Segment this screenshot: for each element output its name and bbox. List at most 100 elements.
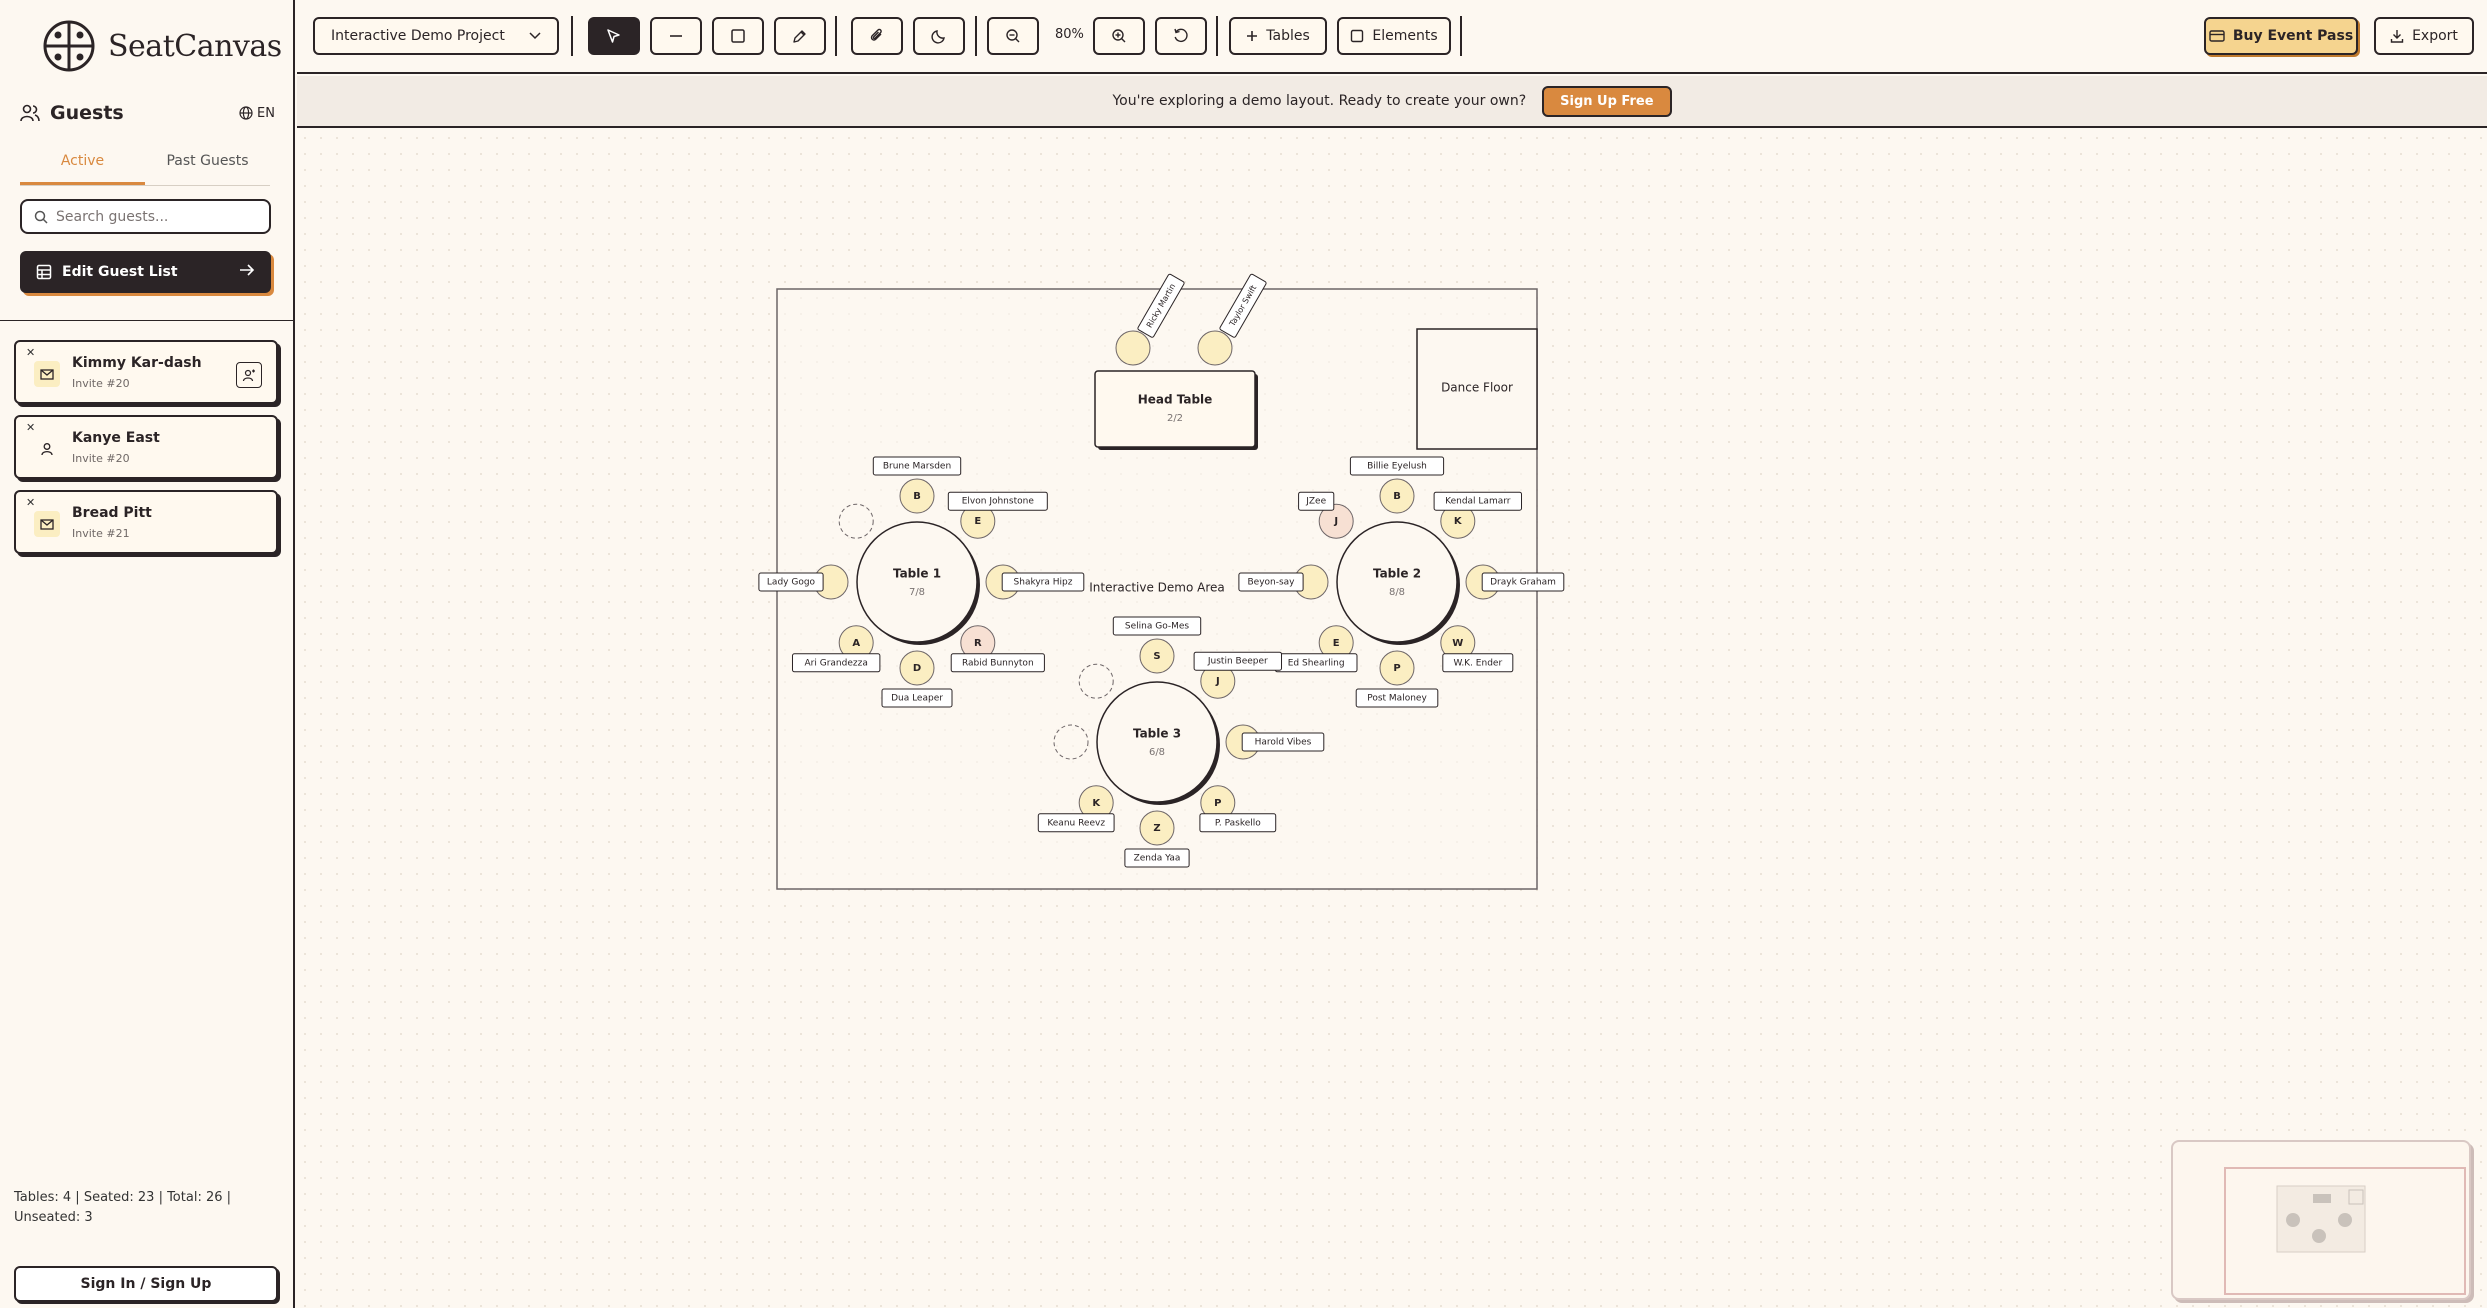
- guest-tag[interactable]: Lady Gogo: [758, 572, 824, 592]
- table-count: 7/8: [909, 587, 925, 598]
- guest-tag[interactable]: Post Maloney: [1355, 688, 1439, 708]
- guest-tag[interactable]: Harold Vibes: [1241, 732, 1325, 752]
- guests-title: Guests: [20, 102, 124, 124]
- round-table[interactable]: [856, 521, 978, 643]
- sign-up-free-button[interactable]: Sign Up Free: [1542, 85, 1672, 117]
- guest-tag[interactable]: Ed Shearling: [1274, 653, 1358, 673]
- guest-tag-label: Elvon Johnstone: [962, 497, 1035, 507]
- head-table-count: 2/2: [1167, 413, 1183, 424]
- guests-title-label: Guests: [50, 102, 124, 124]
- zoom-in-button[interactable]: [1093, 17, 1145, 55]
- head-table-seat[interactable]: [1115, 330, 1151, 366]
- add-elements-button[interactable]: Elements: [1337, 17, 1451, 55]
- guest-card[interactable]: ✕ Bread Pitt Invite #21: [14, 490, 278, 554]
- moon-icon: [931, 30, 945, 44]
- guest-invite: Invite #20: [72, 452, 130, 465]
- floor-plan[interactable]: Interactive Demo Area Dance Floor Head Tab…: [297, 130, 2487, 1308]
- guest-card[interactable]: ✕ Kanye East Invite #20: [14, 415, 278, 479]
- guest-tag[interactable]: Dua Leaper: [881, 688, 953, 708]
- attach-button[interactable]: [851, 17, 903, 55]
- logo-icon: [43, 20, 95, 72]
- guest-tabs: Active Past Guests: [20, 150, 270, 186]
- buy-event-pass-button[interactable]: Buy Event Pass: [2204, 17, 2358, 55]
- remove-guest-icon[interactable]: ✕: [26, 496, 35, 509]
- reset-view-button[interactable]: [1155, 17, 1207, 55]
- guest-tag[interactable]: Rabid Bunnyton: [950, 653, 1045, 673]
- line-tool-button[interactable]: [650, 17, 702, 55]
- guest-tag[interactable]: Beyon-say: [1238, 572, 1304, 592]
- language-selector[interactable]: EN: [239, 106, 275, 121]
- guest-tag[interactable]: Drayk Graham: [1481, 572, 1565, 592]
- remove-guest-icon[interactable]: ✕: [26, 421, 35, 434]
- pen-tool-button[interactable]: [774, 17, 826, 55]
- guest-tag[interactable]: W.K. Ender: [1442, 653, 1514, 673]
- assign-seat-button[interactable]: [236, 362, 262, 388]
- rectangle-tool-button[interactable]: [712, 17, 764, 55]
- guest-tag-label: Brune Marsden: [883, 462, 951, 472]
- minimap-head-table: [2313, 1194, 2331, 1203]
- guest-tag[interactable]: Ari Grandezza: [791, 653, 881, 673]
- toolbar-separator: [571, 16, 573, 56]
- elements-label: Elements: [1372, 28, 1438, 44]
- guest-tag[interactable]: Billie Eyelush: [1349, 456, 1445, 476]
- square-icon: [1351, 29, 1364, 43]
- guest-name: Kanye East: [72, 430, 160, 446]
- seating-canvas[interactable]: Interactive Demo Area Dance Floor Head Tab…: [297, 130, 2487, 1308]
- guest-tag[interactable]: Selina Go-Mes: [1112, 616, 1202, 636]
- round-table[interactable]: [1096, 681, 1218, 803]
- guest-card[interactable]: ✕ Kimmy Kar-dash Invite #20: [14, 340, 278, 404]
- tab-active[interactable]: Active: [20, 150, 145, 185]
- guest-tag[interactable]: Kendal Lamarr: [1433, 491, 1523, 511]
- cursor-icon: [607, 29, 620, 43]
- table-grid-icon: [36, 264, 52, 280]
- head-table-seat[interactable]: [1197, 330, 1233, 366]
- head-table[interactable]: [1094, 370, 1256, 448]
- edit-guest-list-button[interactable]: Edit Guest List: [20, 251, 271, 293]
- round-table[interactable]: [1336, 521, 1458, 643]
- sign-in-button[interactable]: Sign In / Sign Up: [14, 1266, 278, 1302]
- minimap-table: [2338, 1213, 2352, 1227]
- demo-area-label: Interactive Demo Area: [1089, 581, 1225, 595]
- download-icon: [2390, 30, 2404, 43]
- guest-search: [20, 199, 271, 234]
- remove-guest-icon[interactable]: ✕: [26, 346, 35, 359]
- guest-tag[interactable]: Justin Beeper: [1193, 651, 1283, 671]
- zoom-out-icon: [1006, 29, 1020, 43]
- guest-tag[interactable]: JZee: [1298, 491, 1335, 511]
- plus-icon: [1247, 31, 1258, 41]
- project-select[interactable]: Interactive Demo Project: [313, 17, 559, 55]
- search-input[interactable]: [56, 208, 256, 225]
- zoom-out-button[interactable]: [987, 17, 1039, 55]
- seat-initial: A: [852, 638, 860, 649]
- select-tool-button[interactable]: [588, 17, 640, 55]
- table-name: Table 1: [893, 567, 941, 581]
- guest-tag[interactable]: Elvon Johnstone: [947, 491, 1048, 511]
- seat-initial: K: [1454, 516, 1463, 527]
- guest-tag-label: Selina Go-Mes: [1125, 622, 1190, 632]
- guest-tag-label: Rabid Bunnyton: [962, 658, 1034, 668]
- table-name: Table 3: [1133, 727, 1181, 741]
- guest-tag[interactable]: Keanu Reevz: [1037, 813, 1115, 833]
- top-toolbar: Interactive Demo Project 80% Tables Elem…: [297, 0, 2487, 74]
- guest-tag-label: Keanu Reevz: [1047, 818, 1105, 828]
- seat-initial: S: [1153, 651, 1160, 662]
- dark-mode-button[interactable]: [913, 17, 965, 55]
- seat-initial: B: [1393, 491, 1401, 502]
- export-button[interactable]: Export: [2374, 17, 2474, 55]
- app-logo[interactable]: SeatCanvas: [42, 18, 282, 74]
- guest-invite: Invite #20: [72, 377, 130, 390]
- tab-past-guests[interactable]: Past Guests: [145, 150, 270, 185]
- head-table-name: Head Table: [1138, 393, 1213, 407]
- guest-tag-label: W.K. Ender: [1453, 658, 1502, 668]
- add-tables-button[interactable]: Tables: [1229, 17, 1327, 55]
- minimap[interactable]: [2171, 1140, 2471, 1300]
- guest-tag[interactable]: Shakyra Hipz: [1001, 572, 1085, 592]
- guest-tag[interactable]: Zenda Yaa: [1124, 848, 1190, 868]
- seat-initial: B: [913, 491, 921, 502]
- paperclip-icon: [870, 28, 882, 41]
- app-name: SeatCanvas: [108, 28, 282, 64]
- guest-tag[interactable]: Brune Marsden: [872, 456, 962, 476]
- guest-tag-label: Ari Grandezza: [805, 658, 868, 668]
- sidebar-divider: [0, 320, 295, 321]
- guest-tag[interactable]: P. Paskello: [1199, 813, 1277, 833]
